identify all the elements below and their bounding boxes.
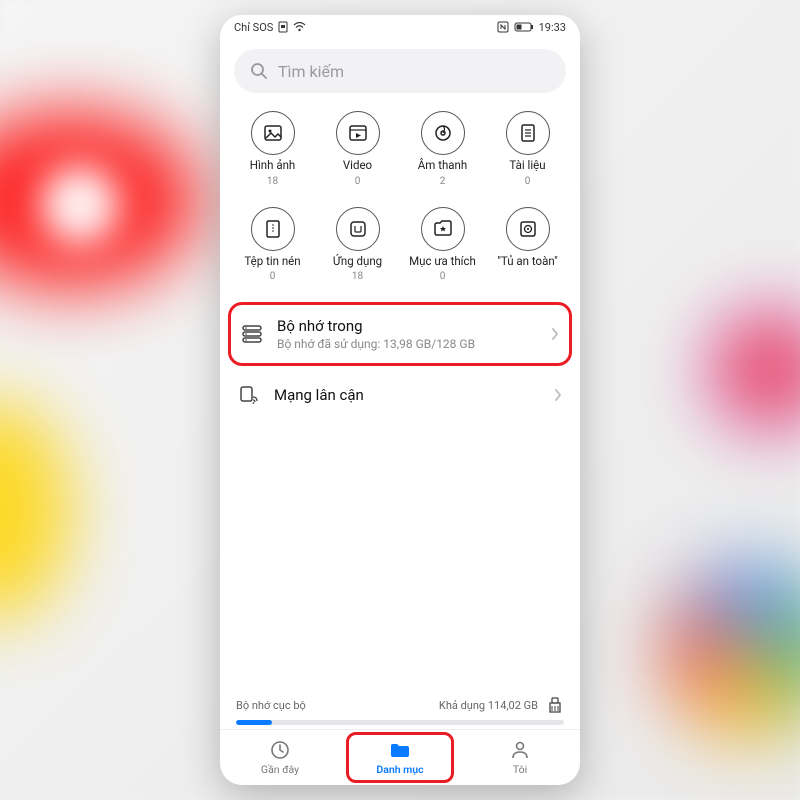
- internal-storage-item[interactable]: Bộ nhớ trong Bộ nhớ đã sử dụng: 13,98 GB…: [228, 302, 572, 366]
- category-label: Ứng dụng: [333, 255, 382, 268]
- chevron-right-icon: [551, 327, 559, 341]
- category-documents[interactable]: Tài liệu 0: [485, 107, 570, 191]
- category-grid: Hình ảnh 18 Video 0 Âm thanh 2 Tài liệu …: [220, 107, 580, 286]
- category-count: 0: [525, 176, 531, 187]
- category-count: 18: [267, 176, 278, 187]
- category-label: Âm thanh: [418, 159, 467, 172]
- nfc-icon: [497, 21, 509, 33]
- category-label: Hình ảnh: [250, 159, 296, 172]
- storage-progress: [236, 720, 564, 725]
- category-count: 0: [270, 271, 276, 282]
- document-icon: [518, 123, 538, 143]
- wifi-icon: [293, 22, 306, 32]
- category-label: Tài liệu: [509, 159, 545, 172]
- search-placeholder: Tìm kiếm: [278, 62, 344, 81]
- cleanup-icon[interactable]: [546, 696, 564, 714]
- category-count: 18: [352, 271, 363, 282]
- storage-title: Bộ nhớ trong: [277, 317, 537, 335]
- available-text: Khả dụng 114,02 GB: [439, 699, 538, 712]
- category-favorites[interactable]: Mục ưa thích 0: [400, 203, 485, 287]
- phone-frame: Chỉ SOS 19:33 Tìm kiếm Hình ảnh 18 Video…: [220, 15, 580, 785]
- safe-icon: [518, 219, 538, 239]
- category-label: Tệp tin nén: [244, 255, 300, 268]
- bottom-nav: Gần đây Danh mục Tôi: [220, 729, 580, 785]
- local-storage-label: Bộ nhớ cục bộ: [236, 699, 306, 712]
- clock-text: 19:33: [539, 21, 566, 34]
- audio-icon: [433, 123, 453, 143]
- nav-categories[interactable]: Danh mục: [340, 730, 460, 785]
- category-video[interactable]: Video 0: [315, 107, 400, 191]
- clock-icon: [269, 739, 291, 761]
- category-count: 0: [440, 271, 446, 282]
- category-images[interactable]: Hình ảnh 18: [230, 107, 315, 191]
- category-apps[interactable]: Ứng dụng 18: [315, 203, 400, 287]
- category-audio[interactable]: Âm thanh 2: [400, 107, 485, 191]
- network-title: Mạng lân cận: [274, 386, 540, 404]
- category-archives[interactable]: Tệp tin nén 0: [230, 203, 315, 287]
- image-icon: [263, 123, 283, 143]
- nav-me[interactable]: Tôi: [460, 730, 580, 785]
- category-label: Video: [343, 159, 372, 172]
- network-neighborhood-item[interactable]: Mạng lân cận: [220, 370, 580, 420]
- category-label: "Tủ an toàn": [497, 255, 558, 268]
- nav-label: Danh mục: [376, 763, 423, 776]
- person-icon: [509, 739, 531, 761]
- archive-icon: [263, 219, 283, 239]
- nav-recent[interactable]: Gần đây: [220, 730, 340, 785]
- category-count: 2: [440, 176, 446, 187]
- storage-icon: [241, 323, 263, 345]
- video-icon: [348, 123, 368, 143]
- nav-label: Tôi: [513, 763, 527, 776]
- category-count: 0: [355, 176, 361, 187]
- local-storage-section: Bộ nhớ cục bộ Khả dụng 114,02 GB: [220, 688, 580, 729]
- category-label: Mục ưa thích: [409, 255, 476, 268]
- search-icon: [250, 62, 268, 80]
- network-icon: [238, 384, 260, 406]
- battery-icon: [514, 22, 534, 32]
- sim-icon: [278, 21, 288, 33]
- star-icon: [433, 219, 453, 239]
- chevron-right-icon: [554, 388, 562, 402]
- search-input[interactable]: Tìm kiếm: [234, 49, 566, 93]
- category-safe[interactable]: "Tủ an toàn": [485, 203, 570, 287]
- nav-label: Gần đây: [261, 763, 299, 776]
- storage-subtitle: Bộ nhớ đã sử dụng: 13,98 GB/128 GB: [277, 337, 537, 351]
- status-bar: Chỉ SOS 19:33: [220, 15, 580, 39]
- apps-icon: [348, 219, 368, 239]
- folder-icon: [389, 739, 411, 761]
- carrier-text: Chỉ SOS: [234, 21, 273, 34]
